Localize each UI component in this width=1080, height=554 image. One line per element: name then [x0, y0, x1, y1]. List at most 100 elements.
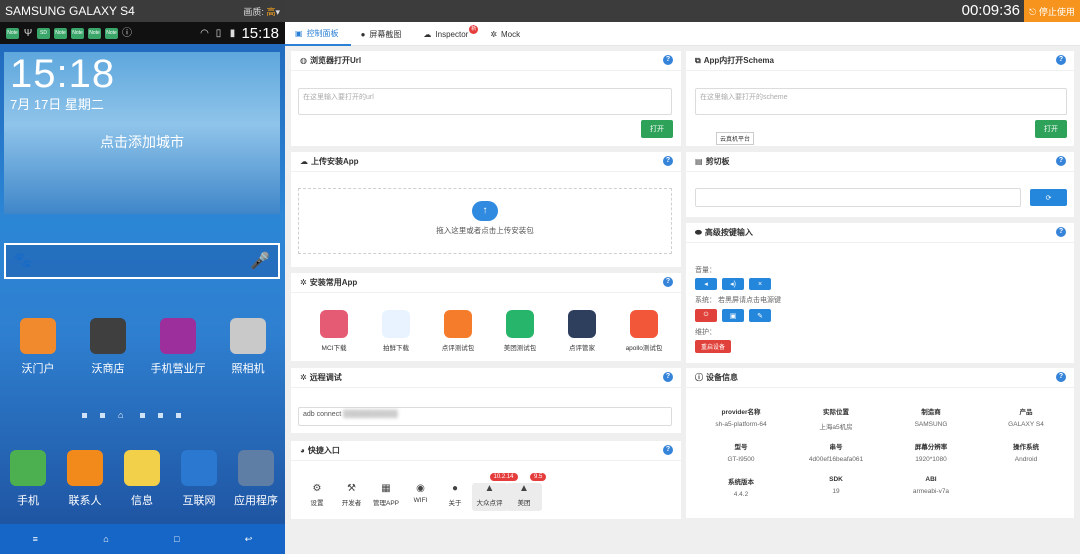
quick-entry-item[interactable]: ▦ 管理APP [368, 483, 404, 507]
app-icon [444, 310, 472, 338]
restart-device-button[interactable]: 重启设备 [695, 340, 731, 353]
notification-icon: Note [54, 27, 67, 39]
app-icon [238, 450, 274, 486]
external-link-icon: ⧉ [695, 55, 701, 65]
field-key: 串号 [829, 444, 843, 451]
search-widget[interactable]: 🐾 🎤 [4, 243, 280, 279]
help-icon[interactable]: ? [663, 445, 673, 455]
app-icon [160, 318, 196, 354]
dock-app[interactable]: 互联网 [168, 450, 230, 508]
app-label: 美团测试包 [503, 345, 537, 352]
tab-screenshot[interactable]: ● 屏幕截图 [351, 22, 414, 46]
schema-input[interactable]: 在这里输入要打开的scheme [695, 88, 1067, 115]
quick-entry-item[interactable]: ⚒ 开发者 [334, 483, 370, 507]
power-icon: ⏻ [703, 312, 709, 318]
cloud-upload-icon: ↑ [472, 201, 498, 221]
help-icon[interactable]: ? [1056, 227, 1066, 237]
clock-weather-widget[interactable]: 15:18 7月 17日 星期二 点击添加城市 [4, 52, 280, 214]
palette-icon: ◕ [300, 446, 305, 455]
clipboard-input[interactable] [695, 188, 1021, 207]
install-app-item[interactable]: 美团测试包 [490, 310, 550, 352]
home-icon[interactable]: ⌂ [103, 534, 108, 544]
help-icon[interactable]: ? [663, 277, 673, 287]
add-city[interactable]: 点击添加城市 [4, 132, 280, 152]
field-key: 屏幕分辨率 [914, 444, 948, 451]
screenshot-button[interactable]: ▣ [722, 309, 744, 322]
quick-label: WIFI [413, 497, 428, 504]
mute-button[interactable]: × [749, 278, 771, 290]
tab-inspector[interactable]: ☁ Inspector 新 [413, 22, 480, 46]
quick-icon: ⚙ [312, 483, 322, 494]
adb-command-field[interactable]: adb connect ███████████ [298, 407, 672, 426]
field-key: ABI [925, 476, 937, 483]
help-icon[interactable]: ? [1056, 156, 1066, 166]
help-icon[interactable]: ? [663, 55, 673, 65]
volume-low-icon: ◂ [704, 281, 708, 288]
field-value: armeabi-v7a [912, 488, 950, 495]
help-icon[interactable]: ? [663, 372, 673, 382]
help-icon[interactable]: ? [1056, 55, 1066, 65]
volume-up-button[interactable]: ◂) [722, 278, 744, 290]
install-app-item[interactable]: apollo测试包 [614, 310, 674, 352]
install-app-item[interactable]: 点评管家 [552, 310, 612, 352]
card-browser-url: ◍ 浏览器打开Url? 在这里输入要打开的url 打开 [291, 51, 681, 146]
back-icon[interactable]: ↩ [245, 534, 253, 545]
stop-icon: ⎋ [1029, 6, 1037, 17]
notification-icon: Note [6, 27, 19, 39]
dock-app[interactable]: 联系人 [54, 450, 116, 508]
open-url-button[interactable]: 打开 [641, 120, 673, 138]
status-time: 15:18 [241, 24, 279, 42]
clock: 15:18 [10, 52, 116, 96]
recent-icon[interactable]: □ [174, 534, 179, 544]
field-value: 4d00ef16beafa061 [808, 456, 864, 463]
field-value: sh-a5-platform-64 [715, 421, 767, 428]
tab-dashboard[interactable]: ▣ 控制面板 [285, 22, 351, 46]
sync-button[interactable]: ⟳ [1030, 189, 1067, 206]
help-icon[interactable]: ? [663, 156, 673, 166]
baidu-icon: 🐾 [13, 252, 33, 269]
session-timer: 00:09:36 [961, 2, 1020, 19]
stop-button[interactable]: ⎋ 停止使用 [1024, 0, 1080, 22]
open-schema-button[interactable]: 打开 [1035, 120, 1067, 138]
home-app[interactable]: 手机营业厅 [147, 318, 209, 376]
quick-entry-item[interactable]: ◉ WIFI [403, 483, 439, 504]
gear-icon: ✲ [300, 278, 307, 287]
app-icon [568, 310, 596, 338]
mic-icon[interactable]: 🎤 [250, 251, 270, 271]
home-app[interactable]: 沃商店 [77, 318, 139, 376]
wifi-icon: ◠ [200, 27, 209, 39]
image-icon: ▣ [729, 312, 737, 320]
menu-icon[interactable]: ≡ [33, 534, 38, 544]
quick-entry-item[interactable]: ⚙ 设置 [299, 483, 335, 507]
volume-down-button[interactable]: ◂ [695, 278, 717, 290]
quick-entry-item[interactable]: ▲ 美团 9.5 [506, 473, 547, 511]
home-app[interactable]: 照相机 [217, 318, 279, 376]
edit-button[interactable]: ✎ [749, 309, 771, 322]
power-button[interactable]: ⏻ [695, 309, 717, 322]
field-key: 实际位置 [823, 409, 849, 416]
upload-hint: 拖入这里或者点击上传安装包 [436, 226, 534, 235]
quick-label: 设置 [310, 500, 324, 507]
install-app-item[interactable]: 点评测试包 [428, 310, 488, 352]
quality-selector[interactable]: 画质: 高▾ [243, 5, 280, 18]
quick-entry-item[interactable]: ▲ 大众点评 10.2.14 [471, 473, 518, 511]
dock-app[interactable]: 应用程序 [225, 450, 285, 508]
home-icon: ⌂ [118, 410, 124, 420]
redacted-address: ███████████ [343, 411, 398, 418]
system-label: 系统： 若黑屏请点击电源键 [695, 297, 781, 304]
url-input[interactable]: 在这里输入要打开的url [298, 88, 672, 115]
dock-app[interactable]: 信息 [111, 450, 173, 508]
home-app[interactable]: 沃门户 [7, 318, 69, 376]
refresh-icon: ⟳ [1045, 194, 1052, 202]
dock-app[interactable]: 手机 [0, 450, 59, 508]
app-label: 信息 [131, 495, 153, 507]
install-app-item[interactable]: 拍鲜下载 [366, 310, 426, 352]
install-app-item[interactable]: MCI下载 [304, 310, 364, 352]
help-icon[interactable]: ? [1056, 372, 1066, 382]
app-label: apollo测试包 [625, 345, 663, 352]
battery-icon: ▮ [229, 27, 236, 39]
device-screen[interactable]: SAMSUNG GALAXY S4 画质: 高▾ Note Ψ SD Note … [0, 0, 285, 554]
quick-entry-item[interactable]: ● 关于 [437, 483, 473, 507]
tab-mock[interactable]: ✲ Mock [480, 22, 532, 46]
upload-dropzone[interactable]: ↑ 拖入这里或者点击上传安装包 [298, 188, 672, 254]
